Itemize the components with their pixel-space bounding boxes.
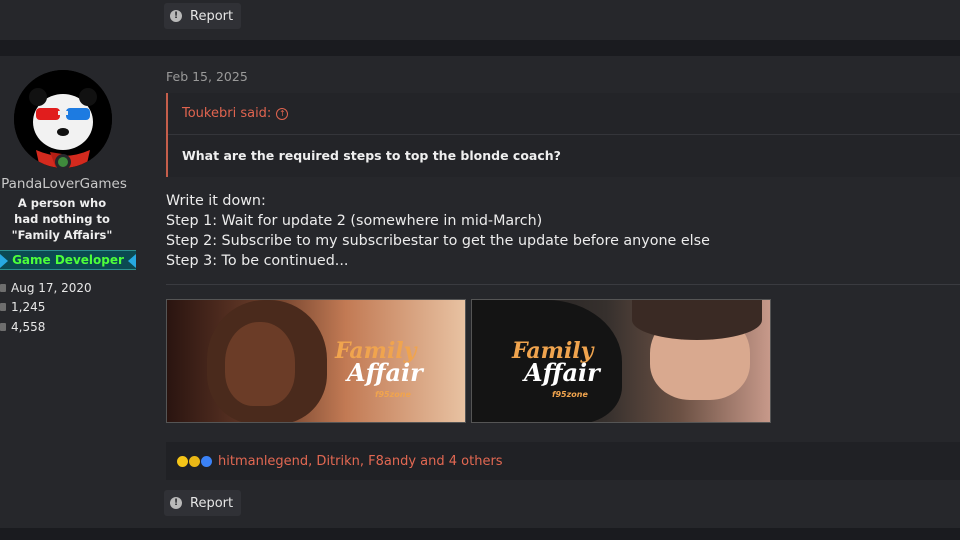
game-logo: Family Affair f95zone xyxy=(512,340,600,406)
messages-icon xyxy=(0,303,6,311)
thumbs-up-icon xyxy=(0,323,6,331)
logo-line-2: Affair xyxy=(524,358,600,387)
previous-post-footer: ! Report xyxy=(0,0,960,40)
reaction-score-stat: 4,558 xyxy=(0,320,45,334)
quote-divider xyxy=(168,134,960,135)
user-title: A person who had nothing to "Family Affa… xyxy=(11,196,113,242)
logo-watermark: f95zone xyxy=(375,390,411,399)
post-separator xyxy=(0,528,960,540)
report-icon: ! xyxy=(170,497,182,509)
like-icon xyxy=(200,454,213,468)
post-line: Step 1: Wait for update 2 (somewhere in … xyxy=(166,213,543,229)
reaction-score-value: 4,558 xyxy=(11,320,46,334)
report-button[interactable]: ! Report xyxy=(164,3,242,29)
quote-author-label: Toukebri said: xyxy=(182,106,272,121)
image-thumbnail[interactable]: Family Affair f95zone xyxy=(471,299,771,423)
post-date[interactable]: Feb 15, 2025 xyxy=(166,69,248,84)
arrow-up-icon[interactable]: ↑ xyxy=(276,107,289,120)
joined-stat: Aug 17, 2020 xyxy=(0,281,92,295)
messages-value: 1,245 xyxy=(11,300,46,314)
quote-block: Toukebri said: ↑ What are the required s… xyxy=(166,93,960,177)
game-logo: Family Affair f95zone xyxy=(335,340,423,406)
online-status-badge xyxy=(55,154,71,170)
quote-text: What are the required steps to top the b… xyxy=(182,148,561,163)
username[interactable]: PandaLoverGames xyxy=(0,176,128,192)
reactions-bar[interactable]: hitmanlegend, Ditrikn, F8andy and 4 othe… xyxy=(166,442,960,480)
quote-author[interactable]: Toukebri said: ↑ xyxy=(182,106,289,121)
report-icon: ! xyxy=(170,10,182,22)
report-button[interactable]: ! Report xyxy=(164,490,242,516)
report-label: Report xyxy=(190,495,234,511)
post-body: Write it down: Step 1: Wait for update 2… xyxy=(166,191,710,271)
character-face xyxy=(225,322,295,406)
post-line: Step 3: To be continued... xyxy=(166,253,349,269)
user-banner: Game Developer xyxy=(0,250,136,270)
post-line: Step 2: Subscribe to my subscribestar to… xyxy=(166,233,710,249)
image-thumbnail[interactable]: Family Affair f95zone xyxy=(166,299,466,423)
character-hair xyxy=(632,300,762,340)
calendar-icon xyxy=(0,284,6,292)
logo-watermark: f95zone xyxy=(552,390,588,399)
post: PandaLoverGames A person who had nothing… xyxy=(0,56,960,528)
report-label: Report xyxy=(190,8,234,24)
logo-line-2: Affair xyxy=(347,358,423,387)
reactions-users[interactable]: hitmanlegend, Ditrikn, F8andy and 4 othe… xyxy=(218,454,503,469)
post-content: Feb 15, 2025 Toukebri said: ↑ What are t… xyxy=(164,56,960,528)
post-line: Write it down: xyxy=(166,193,266,209)
joined-value: Aug 17, 2020 xyxy=(11,281,92,295)
messages-stat: 1,245 xyxy=(0,300,45,314)
user-sidebar: PandaLoverGames A person who had nothing… xyxy=(0,56,140,528)
signature-divider xyxy=(166,284,960,285)
